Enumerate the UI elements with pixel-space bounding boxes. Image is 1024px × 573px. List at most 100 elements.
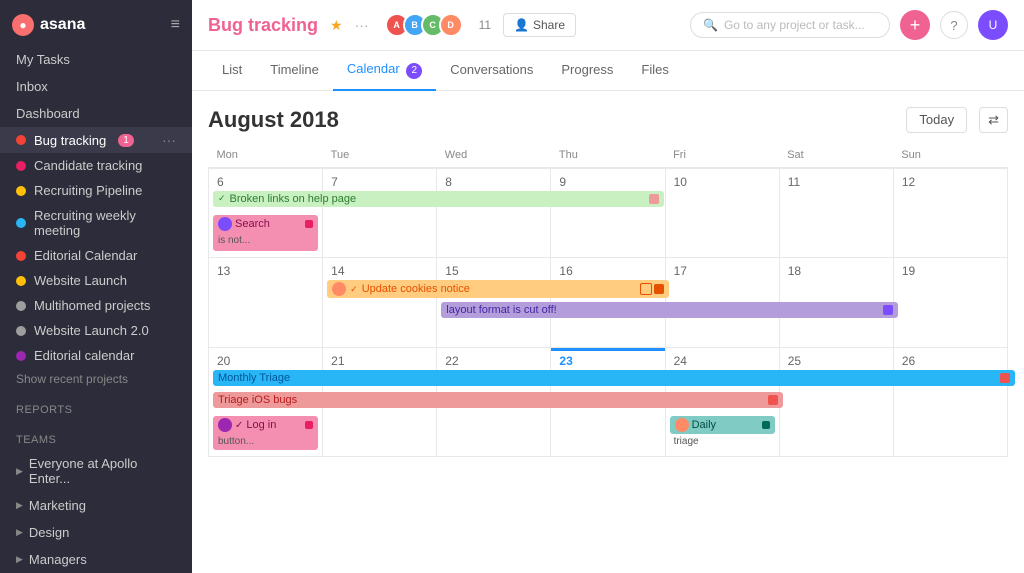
project-item-recruiting-pipeline[interactable]: Recruiting Pipeline: [0, 178, 192, 203]
sidebar-item-dashboard[interactable]: Dashboard: [0, 100, 192, 127]
hamburger-icon[interactable]: ≡: [171, 16, 180, 34]
event-inner: ✓ Log in: [218, 418, 313, 432]
day-cell-10[interactable]: 10: [665, 168, 779, 258]
day-number-today: 23: [555, 352, 660, 370]
day-cell-20[interactable]: 20 Monthly Triage Triage iOS bugs: [209, 348, 323, 457]
day-number: 14: [327, 262, 432, 280]
calendar-event-login[interactable]: ✓ Log in button...: [213, 416, 318, 450]
day-cell-26[interactable]: 26: [893, 348, 1007, 457]
event-tag: [883, 305, 893, 315]
calendar-event-broken-links[interactable]: ✓ Broken links on help page: [213, 191, 664, 207]
tab-list[interactable]: List: [208, 52, 256, 89]
day-cell-8[interactable]: 8: [437, 168, 551, 258]
project-label: Multihomed projects: [34, 298, 150, 313]
team-item-design[interactable]: ▶ Design: [0, 519, 192, 546]
project-item-recruiting-weekly[interactable]: Recruiting weekly meeting: [0, 203, 192, 243]
team-item-managers[interactable]: ▶ Managers: [0, 546, 192, 573]
day-number: 6: [213, 173, 318, 191]
day-cell-7[interactable]: 7: [323, 168, 437, 258]
dot-icon: [16, 251, 26, 261]
dot-icon: [16, 218, 26, 228]
day-number: 26: [898, 352, 1003, 370]
day-cell-24[interactable]: 24 Daily triage: [665, 348, 779, 457]
share-button[interactable]: 👤 Share: [503, 13, 576, 37]
event-label: Search: [235, 218, 270, 230]
day-header-fri: Fri: [665, 145, 779, 168]
main-content: Bug tracking ★ ··· A B C D 11 👤 Share 🔍 …: [192, 0, 1024, 573]
day-header-sat: Sat: [779, 145, 893, 168]
project-item-editorial-calendar[interactable]: Editorial Calendar: [0, 243, 192, 268]
more-dots-icon[interactable]: ···: [355, 17, 369, 33]
day-number: 11: [784, 173, 889, 191]
event-avatar: [218, 217, 232, 231]
tab-progress[interactable]: Progress: [547, 52, 627, 89]
day-header-mon: Mon: [209, 145, 323, 168]
day-header-thu: Thu: [551, 145, 665, 168]
project-item-multihomed[interactable]: Multihomed projects: [0, 293, 192, 318]
event-sublabel: is not...: [218, 235, 250, 246]
calendar-event-layout[interactable]: layout format is cut off!: [441, 302, 898, 318]
sidebar-header: ● asana ≡: [0, 0, 192, 46]
project-label: Editorial calendar: [34, 348, 134, 363]
day-cell-15[interactable]: 15 layout format is cut off!: [437, 258, 551, 348]
day-cell-6[interactable]: 6 ✓ Broken links on help page Search: [209, 168, 323, 258]
day-cell-12[interactable]: 12: [893, 168, 1007, 258]
today-button[interactable]: Today: [906, 107, 967, 133]
user-avatar[interactable]: U: [978, 10, 1008, 40]
tab-timeline[interactable]: Timeline: [256, 52, 333, 89]
calendar-nav-arrows[interactable]: ⇄: [979, 107, 1008, 133]
day-number: 9: [555, 173, 660, 191]
dot-icon: [16, 301, 26, 311]
tab-calendar[interactable]: Calendar 2: [333, 51, 436, 91]
day-cell-23[interactable]: 23: [551, 348, 665, 457]
calendar-event-search[interactable]: Search is not...: [213, 215, 318, 251]
search-bar[interactable]: 🔍 Go to any project or task...: [690, 12, 890, 38]
more-icon[interactable]: ···: [162, 132, 176, 148]
star-icon[interactable]: ★: [330, 17, 343, 34]
project-item-bug-tracking[interactable]: Bug tracking 1 ···: [0, 127, 192, 153]
day-cell-9[interactable]: 9: [551, 168, 665, 258]
project-label: Recruiting Pipeline: [34, 183, 142, 198]
day-cell-13[interactable]: 13: [209, 258, 323, 348]
team-item-marketing[interactable]: ▶ Marketing: [0, 492, 192, 519]
week-row-1: 6 ✓ Broken links on help page Search: [209, 168, 1008, 258]
project-item-editorial-calendar-2[interactable]: Editorial calendar: [0, 343, 192, 368]
event-label: Monthly Triage: [218, 372, 290, 384]
project-label: Website Launch 2.0: [34, 323, 149, 338]
team-item-everyone[interactable]: ▶ Everyone at Apollo Enter...: [0, 450, 192, 492]
show-recent-projects[interactable]: Show recent projects: [0, 368, 192, 390]
project-item-website-launch[interactable]: Website Launch: [0, 268, 192, 293]
calendar-month-title: August 2018: [208, 107, 339, 133]
tab-files[interactable]: Files: [627, 52, 682, 89]
avatar: D: [439, 13, 463, 37]
tab-conversations[interactable]: Conversations: [436, 52, 547, 89]
calendar-event-daily-triage[interactable]: Daily: [670, 416, 775, 434]
event-avatar: [675, 418, 689, 432]
event-tag: [762, 421, 770, 429]
sidebar: ● asana ≡ My Tasks Inbox Dashboard Bug t…: [0, 0, 192, 573]
dot-icon: [16, 135, 26, 145]
event-label: layout format is cut off!: [446, 304, 556, 316]
day-number: 15: [441, 262, 546, 280]
day-cell-25[interactable]: 25: [779, 348, 893, 457]
day-cell-14[interactable]: 14 ✓ Update cookies notice: [323, 258, 437, 348]
search-placeholder: Go to any project or task...: [724, 18, 865, 32]
project-item-website-launch-2[interactable]: Website Launch 2.0: [0, 318, 192, 343]
add-button[interactable]: +: [900, 10, 930, 40]
check-icon: ✓: [218, 193, 226, 204]
event-tag: [649, 194, 659, 204]
project-item-candidate-tracking[interactable]: Candidate tracking: [0, 153, 192, 178]
sidebar-item-inbox[interactable]: Inbox: [0, 73, 192, 100]
calendar-header: August 2018 Today ⇄: [208, 107, 1008, 133]
project-label: Website Launch: [34, 273, 127, 288]
day-number: 18: [784, 262, 889, 280]
reports-section-label: Reports: [0, 390, 192, 420]
sidebar-item-my-tasks[interactable]: My Tasks: [0, 46, 192, 73]
help-button[interactable]: ?: [940, 11, 968, 39]
day-cell-19[interactable]: 19: [893, 258, 1007, 348]
tab-badge: 2: [406, 63, 422, 79]
project-label: Recruiting weekly meeting: [34, 208, 176, 238]
dot-icon: [16, 351, 26, 361]
avatars-group: A B C D: [385, 13, 463, 37]
day-cell-11[interactable]: 11: [779, 168, 893, 258]
